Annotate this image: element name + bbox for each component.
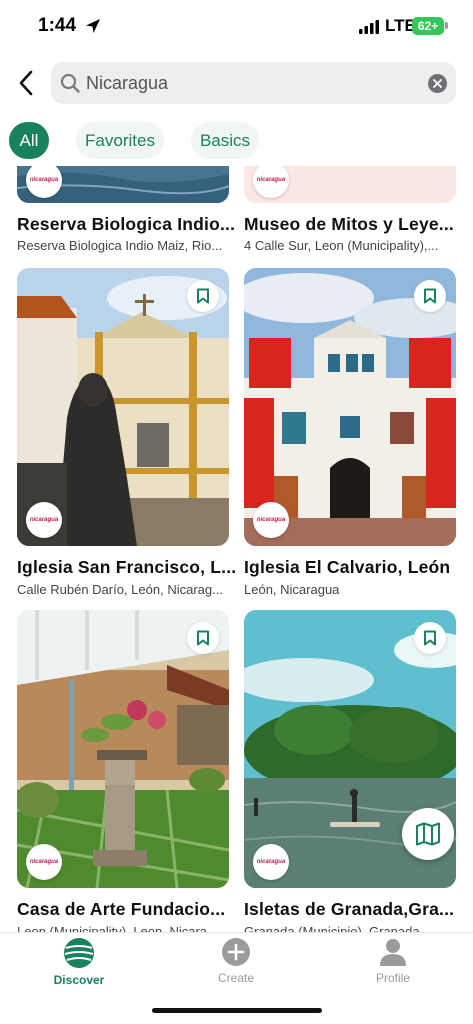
place-card[interactable]: nicaragua Casa de Arte Fundacio... Leon … xyxy=(17,610,229,932)
clear-search-button[interactable] xyxy=(428,74,447,93)
chip-favorites[interactable]: Favorites xyxy=(76,122,164,159)
card-title: Iglesia El Calvario, León xyxy=(244,557,451,577)
back-button[interactable] xyxy=(12,68,40,98)
search-box[interactable] xyxy=(51,62,456,104)
tab-discover[interactable]: Discover xyxy=(34,937,124,993)
tab-profile[interactable]: Profile xyxy=(348,937,438,993)
chevron-left-icon xyxy=(19,70,33,96)
status-time: 1:44 xyxy=(38,15,77,36)
bookmark-button[interactable] xyxy=(414,622,446,654)
map-icon xyxy=(416,822,440,846)
card-title: Isletas de Granada,Gra... xyxy=(244,899,455,919)
bookmark-icon xyxy=(197,630,209,646)
bookmark-button[interactable] xyxy=(187,280,219,312)
bookmark-icon xyxy=(424,630,436,646)
search-icon xyxy=(60,73,80,93)
card-title: Casa de Arte Fundacio... xyxy=(17,899,226,919)
chip-basics[interactable]: Basics xyxy=(191,122,259,159)
logo-badge: nicaragua xyxy=(26,502,62,538)
filter-chips: All Favorites Basics xyxy=(0,122,473,160)
signal-icon xyxy=(359,20,379,34)
bookmark-button[interactable] xyxy=(187,622,219,654)
card-subtitle: Leon (Municipality), Leon, Nicara... xyxy=(17,924,218,932)
logo-badge: nicaragua xyxy=(26,844,62,880)
place-card[interactable]: nicaragua Iglesia San Francisco, L... Ca… xyxy=(17,268,236,598)
place-card[interactable]: nicaragua Reserva Biologica Indio... Res… xyxy=(17,166,235,256)
bookmark-icon xyxy=(424,288,436,304)
card-subtitle: 4 Calle Sur, Leon (Municipality),... xyxy=(244,238,439,253)
card-subtitle: Granada (Municipio), Granada... xyxy=(244,924,431,932)
close-icon xyxy=(433,79,442,88)
card-title: Iglesia San Francisco, L... xyxy=(17,557,237,577)
status-bar: 1:44 LTE 62+ xyxy=(0,0,473,54)
home-indicator xyxy=(152,1008,322,1013)
plus-circle-icon xyxy=(222,938,250,966)
bookmark-button[interactable] xyxy=(414,280,446,312)
map-view-button[interactable] xyxy=(402,808,454,860)
bookmark-icon xyxy=(197,288,209,304)
tab-label: Discover xyxy=(53,973,105,987)
tab-create[interactable]: Create xyxy=(191,937,281,993)
person-icon xyxy=(380,939,406,966)
chip-all[interactable]: All xyxy=(9,122,49,159)
place-card[interactable]: nicaragua Iglesia El Calvario, León León… xyxy=(244,268,456,598)
card-title: Reserva Biologica Indio... xyxy=(17,214,236,234)
card-subtitle: Calle Rubén Darío, León, Nicarag... xyxy=(17,582,223,597)
battery-cap xyxy=(445,22,448,29)
logo-badge: nicaragua xyxy=(253,844,289,880)
location-arrow-icon xyxy=(86,19,100,33)
tab-label: Profile xyxy=(375,971,410,985)
tab-label: Create xyxy=(217,971,255,985)
globe-icon xyxy=(64,938,94,968)
search-input[interactable] xyxy=(86,70,426,96)
place-card[interactable]: nicaragua Museo de Mitos y Leye... 4 Cal… xyxy=(244,166,456,256)
battery-indicator: 62+ xyxy=(412,17,444,35)
places-grid: nicaragua Reserva Biologica Indio... Res… xyxy=(0,166,473,932)
search-row xyxy=(0,62,473,104)
card-subtitle: León, Nicaragua xyxy=(244,582,340,597)
card-subtitle: Reserva Biologica Indio Maiz, Rio... xyxy=(17,238,223,253)
card-title: Museo de Mitos y Leye... xyxy=(244,214,454,234)
place-card[interactable]: nicaragua Isletas de Granada,Gra... Gran… xyxy=(244,610,456,932)
logo-badge: nicaragua xyxy=(253,502,289,538)
